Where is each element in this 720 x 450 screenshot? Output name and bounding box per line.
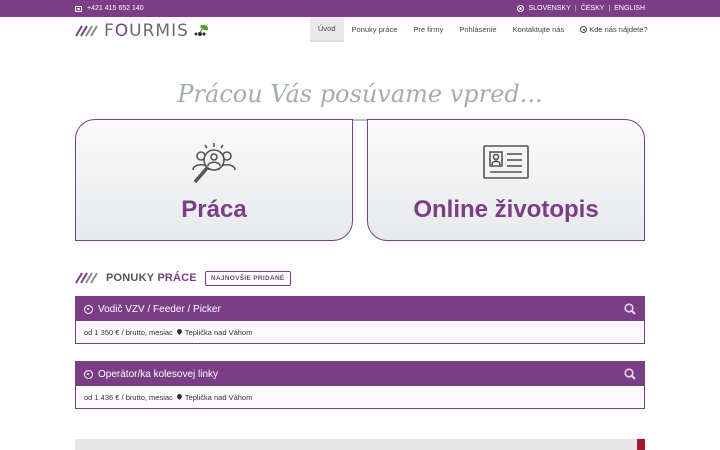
job-offers-header: PONUKY PRÁCE NAJNOVŠIE PRIDANÉ (75, 270, 645, 286)
map-pin-icon (175, 327, 183, 335)
ant-leaf-icon (194, 24, 209, 36)
card-online-zivotopis[interactable]: Online životopis (367, 119, 645, 241)
card-zivotopis-label: Online životopis (413, 196, 599, 223)
card-praca[interactable]: Práca (75, 119, 353, 241)
lang-cesky[interactable]: ČESKY (581, 5, 605, 12)
logo[interactable]: FOURMIS (75, 21, 211, 41)
phone-icon (75, 5, 82, 12)
card-praca-label: Práca (181, 196, 247, 223)
job-header: Vodič VZV / Feeder / Picker (76, 297, 644, 321)
nav-uvod[interactable]: Úvod (310, 17, 344, 42)
job-title: Vodič VZV / Feeder / Picker (98, 303, 221, 315)
newest-badge[interactable]: NAJNOVŠIE PRIDANÉ (204, 270, 291, 286)
nav-pre-firmy[interactable]: Pre firmy (405, 17, 451, 42)
nav-kde-label: Kde nás nájdete? (589, 25, 648, 34)
lang-english[interactable]: ENGLISH (614, 5, 645, 12)
phone-contact[interactable]: +421 415 652 140 (75, 5, 144, 12)
section-title: PONUKY PRÁCE (106, 272, 197, 284)
lang-separator: | (608, 5, 611, 12)
job-card[interactable]: Operátor/ka kolesovej linky od 1 436 € /… (75, 361, 645, 409)
job-card[interactable]: Vodič VZV / Feeder / Picker od 1 350 € /… (75, 296, 645, 344)
header: FOURMIS Úvod Ponuky práce Pre firmy Prih… (0, 17, 720, 44)
lang-slovensky[interactable]: SLOVENSKY (528, 5, 570, 12)
bottom-section-strip (75, 439, 645, 450)
hero: Prácou Vás posúvame vpred... (0, 80, 720, 121)
job-salary: od 1 350 € / brutto, mesiac (84, 327, 173, 337)
id-card-icon (481, 140, 531, 187)
top-bar: +421 415 652 140 SLOVENSKY | ČESKY | ENG… (0, 0, 720, 17)
target-icon (84, 304, 93, 314)
location-target-icon (580, 26, 588, 33)
main-cards: Práca Online životopis (75, 119, 645, 241)
section-stripes-icon (75, 272, 98, 284)
main-nav: Úvod Ponuky práce Pre firmy Prihlásenie … (310, 17, 656, 42)
job-details: od 1 436 € / brutto, mesiac Teplička nad… (76, 386, 644, 408)
globe-icon (517, 5, 525, 12)
job-title: Operátor/ka kolesovej linky (98, 368, 219, 380)
job-details: od 1 350 € / brutto, mesiac Teplička nad… (76, 321, 644, 343)
nav-kontakt[interactable]: Kontaktujte nás (505, 17, 573, 42)
job-location: Teplička nad Váhom (184, 327, 253, 337)
search-icon[interactable] (624, 303, 636, 315)
target-icon (84, 369, 93, 379)
red-accent (637, 439, 645, 450)
language-switcher: SLOVENSKY | ČESKY | ENGLISH (517, 5, 645, 12)
phone-number: +421 415 652 140 (87, 5, 144, 12)
search-icon[interactable] (624, 368, 636, 380)
lang-separator: | (574, 5, 577, 12)
map-pin-icon (175, 392, 183, 400)
job-location: Teplička nad Váhom (184, 392, 253, 402)
logo-stripes-icon (75, 25, 98, 37)
job-salary: od 1 436 € / brutto, mesiac (84, 392, 173, 402)
search-people-icon (189, 140, 239, 193)
nav-kde-nas-najdete[interactable]: Kde nás nájdete? (572, 17, 655, 42)
logo-text: FOURMIS (104, 21, 189, 41)
job-header: Operátor/ka kolesovej linky (76, 362, 644, 386)
nav-ponuky-prace[interactable]: Ponuky práce (344, 17, 406, 42)
hero-title: Prácou Vás posúvame vpred... (177, 80, 543, 108)
nav-prihlasenie[interactable]: Prihlásenie (451, 17, 504, 42)
